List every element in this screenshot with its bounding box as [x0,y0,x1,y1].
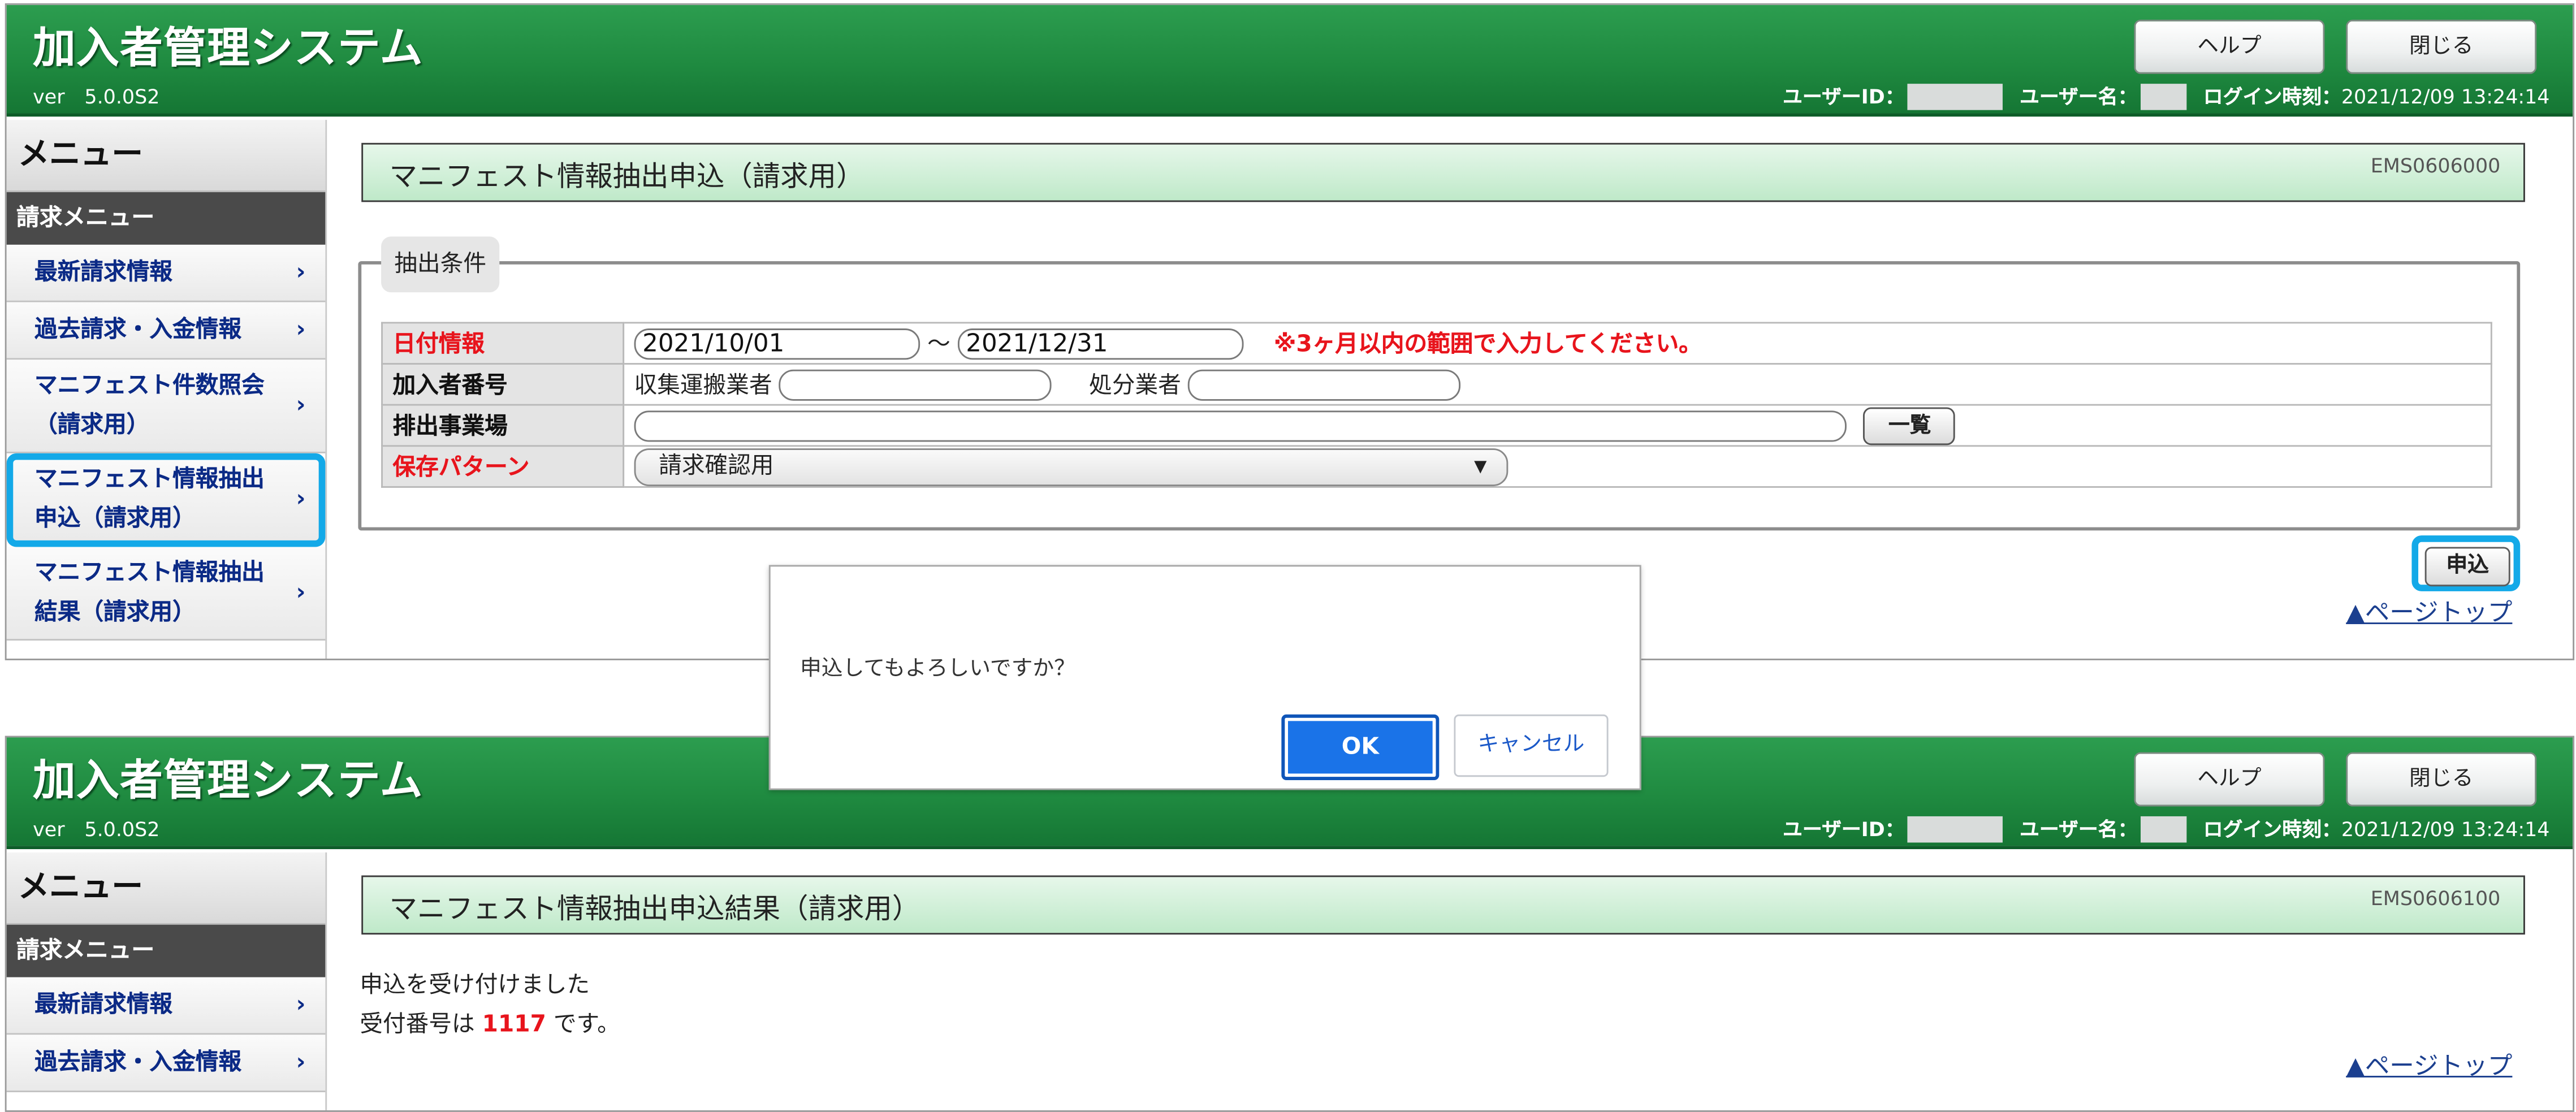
sidebar-item-label: マニフェスト情報抽出申込（請求用） [34,466,265,533]
app-version: ver 5.0.0S2 [33,85,160,109]
disposer-label: 処分業者 [1089,372,1181,399]
menu-section-billing: 請求メニュー [6,192,326,245]
table-row: 保存パターン 請求確認用 ▼ [381,445,2492,488]
date-separator: ～ [927,331,950,358]
screenshot-stage: 加入者管理システム ver 5.0.0S2 ヘルプ 閉じる ユーザーID： ユー… [0,0,2576,1112]
sidebar-item-latest-billing[interactable]: 最新請求情報 › [6,244,326,302]
sidebar: メニュー 請求メニュー 最新請求情報 › 過去請求・入金情報 › [6,852,327,1110]
save-pattern-label: 保存パターン [381,445,625,488]
chevron-right-icon: › [296,579,306,607]
sidebar-item-manifest-count[interactable]: マニフェスト件数照会（請求用） › [6,360,326,453]
table-row: 排出事業場 一覧 [381,404,2492,447]
sidebar-item-manifest-extract-result[interactable]: マニフェスト情報抽出結果（請求用） › [6,547,326,641]
help-button[interactable]: ヘルプ [2134,19,2325,74]
close-button[interactable]: 閉じる [2346,19,2537,74]
submit-button[interactable]: 申込 [2424,547,2510,587]
sidebar-item-label: 最新請求情報 [34,992,173,1019]
user-id-label: ユーザーID： [1783,817,1905,841]
sidebar-item-latest-billing[interactable]: 最新請求情報 › [6,977,326,1035]
login-time-label: ログイン時刻： [2203,85,2341,109]
user-name-masked [2141,815,2187,842]
chevron-right-icon: › [296,1049,306,1076]
cancel-button[interactable]: キャンセル [1454,714,1609,777]
extract-conditions-legend: 抽出条件 [381,236,500,293]
date-to-input[interactable]: 2021/12/31 [957,328,1244,360]
page-title-bar: マニフェスト情報抽出申込結果（請求用） EMS0606100 [361,875,2525,935]
emission-site-cell: 一覧 [623,404,2492,447]
chevron-right-icon: › [296,992,306,1019]
confirm-dialog: 申込してもよろしいですか？ OK キャンセル [768,565,1641,790]
sidebar-item-label: 最新請求情報 [34,259,173,286]
date-range-note: ※3ヶ月以内の範囲で入力してください。 [1273,331,1702,358]
receipt-prefix: 受付番号は [360,1011,475,1039]
emission-site-label: 排出事業場 [381,404,625,447]
user-id-label: ユーザーID： [1783,85,1905,109]
user-id-masked [1908,83,2003,110]
page-title: マニフェスト情報抽出申込（請求用） [389,161,865,194]
receipt-number: 1117 [482,1011,546,1039]
date-from-input[interactable]: 2021/10/01 [634,328,920,360]
save-pattern-select[interactable]: 請求確認用 ▼ [634,447,1509,486]
chevron-right-icon: › [296,317,306,344]
close-button[interactable]: 閉じる [2346,752,2537,807]
sidebar-item-label: マニフェスト情報抽出結果（請求用） [34,560,265,626]
submit-highlight: 申込 [2411,535,2521,591]
user-info: ユーザーID： ユーザー名： ログイン時刻： 2021/12/09 13:24:… [1783,815,2549,842]
screen-code: EMS0606100 [2370,886,2501,910]
emission-site-input[interactable] [634,409,1847,442]
table-row: 加入者番号 収集運搬業者 処分業者 [381,363,2492,406]
collector-input[interactable] [779,370,1052,401]
dropdown-arrow-icon: ▼ [1474,457,1487,476]
user-info: ユーザーID： ユーザー名： ログイン時刻： 2021/12/09 13:24:… [1783,82,2549,110]
application-window-2: 加入者管理システム ver 5.0.0S2 ヘルプ 閉じる ユーザーID： ユー… [5,735,2575,1112]
confirm-message: 申込してもよろしいですか？ [800,657,1075,682]
sidebar-item-label: 過去請求・入金情報 [34,1049,242,1076]
ok-button[interactable]: OK [1281,714,1440,781]
disposer-input[interactable] [1188,370,1462,401]
date-cell: 2021/10/01 ～ 2021/12/31 ※3ヶ月以内の範囲で入力してくだ… [623,322,2492,365]
sidebar-item-manifest-extract-request[interactable]: マニフェスト情報抽出申込（請求用） › [6,453,326,547]
login-time: 2021/12/09 13:24:14 [2341,817,2550,841]
sidebar: メニュー 請求メニュー 最新請求情報 › 過去請求・入金情報 › マニフェスト件… [6,120,327,659]
chevron-right-icon: › [296,259,306,286]
result-line-receipt: 受付番号は 1117 です。 [360,1005,620,1045]
menu-title: メニュー [6,852,326,925]
sidebar-item-label: マニフェスト件数照会（請求用） [34,373,265,439]
save-pattern-cell: 請求確認用 ▼ [623,445,2492,488]
page-title: マニフェスト情報抽出申込結果（請求用） [389,893,920,927]
result-line-accepted: 申込を受け付けました [360,972,590,999]
page-top-link[interactable]: ▲ページトップ [2346,1048,2512,1083]
member-number-label: 加入者番号 [381,363,625,406]
collector-label: 収集運搬業者 [634,372,772,399]
page-title-bar: マニフェスト情報抽出申込（請求用） EMS0606000 [361,142,2525,202]
app-header: 加入者管理システム ver 5.0.0S2 ヘルプ 閉じる ユーザーID： ユー… [6,5,2573,117]
save-pattern-value: 請求確認用 [659,452,774,479]
menu-section-billing: 請求メニュー [6,924,326,977]
table-row: 日付情報 2021/10/01 ～ 2021/12/31 ※3ヶ月以内の範囲で入… [381,322,2492,365]
app-title: 加入者管理システム [33,24,423,74]
receipt-suffix: です。 [553,1011,620,1039]
user-name-label: ユーザー名： [2019,85,2138,109]
list-button[interactable]: 一覧 [1864,406,1956,444]
app-version: ver 5.0.0S2 [33,817,160,841]
sidebar-item-past-billing[interactable]: 過去請求・入金情報 › [6,302,326,360]
chevron-right-icon: › [296,392,306,419]
user-name-masked [2141,83,2187,110]
login-time: 2021/12/09 13:24:14 [2341,84,2550,108]
sidebar-item-label: 過去請求・入金情報 [34,317,242,344]
date-label: 日付情報 [381,322,625,365]
conditions-table: 日付情報 2021/10/01 ～ 2021/12/31 ※3ヶ月以内の範囲で入… [381,322,2492,488]
page-top-link[interactable]: ▲ページトップ [2346,595,2512,629]
help-button[interactable]: ヘルプ [2134,752,2325,807]
sidebar-item-past-billing[interactable]: 過去請求・入金情報 › [6,1035,326,1093]
menu-title: メニュー [6,120,326,192]
member-number-cell: 収集運搬業者 処分業者 [623,363,2492,406]
login-time-label: ログイン時刻： [2203,817,2341,841]
result-message: 申込を受け付けました 受付番号は 1117 です。 [360,966,620,1044]
user-id-masked [1908,815,2003,842]
user-name-label: ユーザー名： [2019,817,2138,841]
app-title: 加入者管理システム [33,757,423,807]
screen-code: EMS0606000 [2370,154,2501,178]
chevron-right-icon: › [296,486,306,513]
